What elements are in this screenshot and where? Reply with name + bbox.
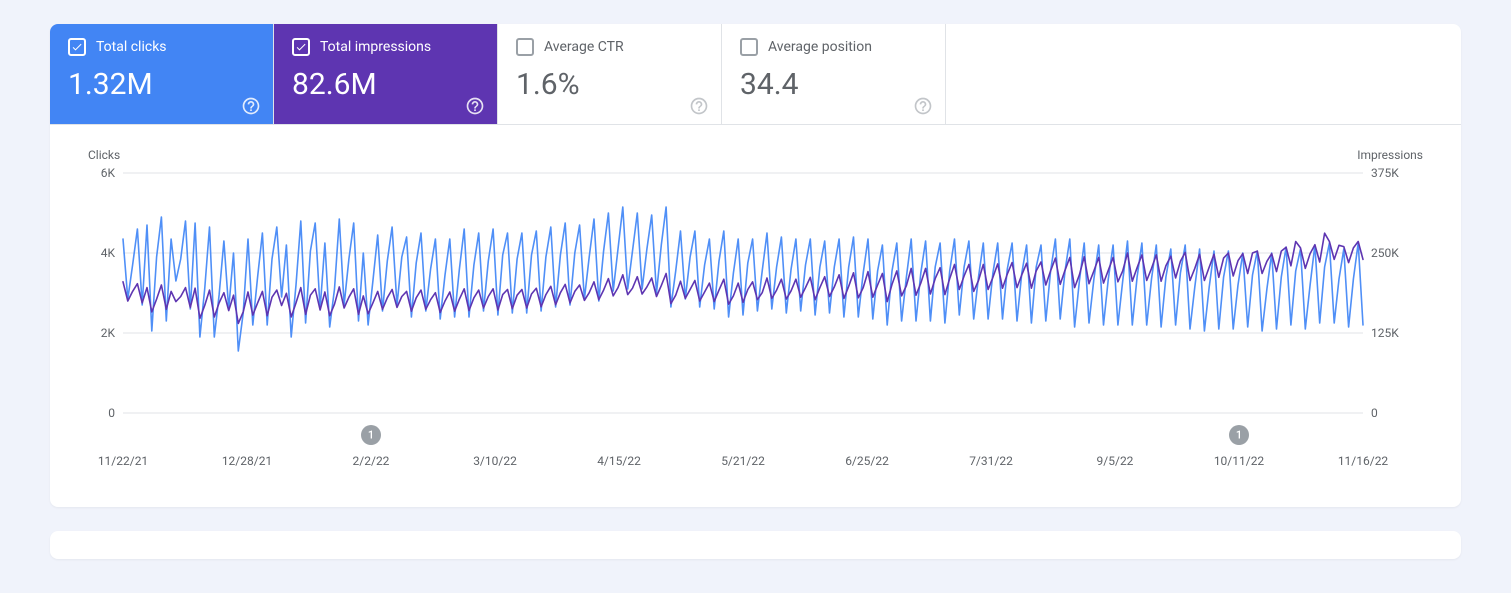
- metric-tiles: Total clicks 1.32M Total impressions 82.…: [50, 24, 1461, 125]
- svg-text:4/15/22: 4/15/22: [597, 454, 641, 468]
- tile-label: Average CTR: [544, 39, 624, 55]
- svg-text:Impressions: Impressions: [1357, 148, 1423, 162]
- svg-text:4K: 4K: [101, 246, 116, 260]
- tile-value: 82.6M: [292, 70, 479, 100]
- svg-text:2K: 2K: [101, 326, 116, 340]
- svg-text:11/22/21: 11/22/21: [98, 454, 148, 468]
- help-icon[interactable]: [689, 96, 709, 116]
- tile-value: 1.32M: [68, 70, 255, 100]
- svg-text:0: 0: [1371, 406, 1378, 420]
- tile-total-impressions[interactable]: Total impressions 82.6M: [274, 24, 498, 124]
- svg-text:6K: 6K: [101, 166, 116, 180]
- svg-text:3/10/22: 3/10/22: [473, 454, 517, 468]
- tile-average-position[interactable]: Average position 34.4: [722, 24, 946, 124]
- performance-chart[interactable]: Clicks Impressions 0 2K 4K 6K 0 125K 250K 375K 11/…: [68, 143, 1428, 483]
- tile-total-clicks[interactable]: Total clicks 1.32M: [50, 24, 274, 124]
- performance-card: Total clicks 1.32M Total impressions 82.…: [50, 24, 1461, 507]
- svg-text:Clicks: Clicks: [88, 148, 120, 162]
- svg-text:1: 1: [368, 429, 374, 442]
- tile-label: Total impressions: [320, 39, 431, 55]
- svg-text:2/2/22: 2/2/22: [353, 454, 390, 468]
- tile-average-ctr[interactable]: Average CTR 1.6%: [498, 24, 722, 124]
- svg-text:375K: 375K: [1371, 166, 1399, 180]
- svg-text:7/31/22: 7/31/22: [969, 454, 1013, 468]
- svg-text:6/25/22: 6/25/22: [845, 454, 889, 468]
- svg-text:10/11/22: 10/11/22: [1214, 454, 1265, 468]
- tile-value: 1.6%: [516, 70, 703, 100]
- next-card-placeholder: [50, 531, 1461, 559]
- checkbox-checked-icon: [292, 38, 310, 56]
- svg-text:0: 0: [108, 406, 115, 420]
- help-icon[interactable]: [913, 96, 933, 116]
- svg-text:125K: 125K: [1371, 326, 1399, 340]
- checkbox-unchecked-icon: [740, 38, 758, 56]
- help-icon[interactable]: [465, 96, 485, 116]
- tile-label: Total clicks: [96, 39, 167, 55]
- tile-label: Average position: [768, 39, 872, 55]
- svg-text:250K: 250K: [1371, 246, 1399, 260]
- help-icon[interactable]: [241, 96, 261, 116]
- tile-value: 34.4: [740, 70, 927, 100]
- svg-text:12/28/21: 12/28/21: [222, 454, 272, 468]
- checkbox-checked-icon: [68, 38, 86, 56]
- svg-text:9/5/22: 9/5/22: [1097, 454, 1134, 468]
- svg-text:1: 1: [1236, 429, 1242, 442]
- chart-area: Clicks Impressions 0 2K 4K 6K 0 125K 250K 375K 11/…: [50, 125, 1461, 483]
- checkbox-unchecked-icon: [516, 38, 534, 56]
- svg-text:5/21/22: 5/21/22: [721, 454, 765, 468]
- svg-text:11/16/22: 11/16/22: [1338, 454, 1389, 468]
